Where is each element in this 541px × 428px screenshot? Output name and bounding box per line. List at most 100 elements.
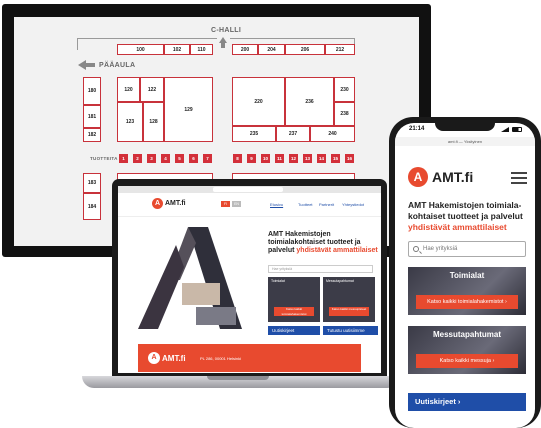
amt-logo-icon: A <box>152 198 163 209</box>
booth[interactable]: 220 <box>232 77 285 126</box>
product-square[interactable]: 2 <box>133 154 142 163</box>
nav-item[interactable]: Partnerit <box>319 202 334 207</box>
site-logo[interactable]: A AMT.fi <box>408 167 473 187</box>
product-square[interactable]: 13 <box>303 154 312 163</box>
search-input[interactable]: Hae yrityksiä <box>408 241 526 257</box>
booth[interactable]: 123 <box>117 102 143 142</box>
newsletter-button[interactable]: Uutiskirjeet › <box>408 393 526 411</box>
hero-headline: AMT Hakemistojen toimialakohtaiset tuott… <box>268 231 378 255</box>
card-button[interactable]: Katso kaikki messuja › <box>416 354 518 368</box>
wall <box>230 38 354 39</box>
product-square[interactable]: 9 <box>247 154 256 163</box>
booth[interactable]: 129 <box>164 77 213 142</box>
booth[interactable]: 184 <box>83 193 101 220</box>
wall <box>77 38 78 50</box>
card-title: Messutapahtumat <box>326 279 354 283</box>
url-bar[interactable]: amt.fi — Yksityinen <box>395 137 535 146</box>
logo-text: AMT.fi <box>165 200 186 207</box>
news-bar[interactable]: Tutustu uutisiimme <box>323 326 378 335</box>
product-square[interactable]: 8 <box>233 154 242 163</box>
product-square[interactable]: 3 <box>147 154 156 163</box>
url-field[interactable] <box>213 187 283 192</box>
lang-fi[interactable]: FI <box>221 201 230 207</box>
site-footer: A AMT.fi PL 286, 00001 Helsinki <box>138 344 361 372</box>
headline-highlight: yhdistävät ammattilaiset <box>296 247 378 254</box>
card-button[interactable]: Katso kaikki toimialahakemistot › <box>416 295 518 309</box>
product-square[interactable]: 5 <box>175 154 184 163</box>
nav-item[interactable]: Yhteystiedot <box>342 202 364 207</box>
product-square[interactable]: 15 <box>331 154 340 163</box>
booth[interactable]: 240 <box>310 126 355 142</box>
amt-logo-icon: A <box>408 167 428 187</box>
hero-art-image <box>138 227 242 329</box>
booth[interactable]: 237 <box>276 126 310 142</box>
booth[interactable]: 238 <box>334 102 355 126</box>
product-square[interactable]: 7 <box>203 154 212 163</box>
main-hall-label: PÄÄAULA <box>99 62 136 69</box>
footer-logo: A AMT.fi <box>148 352 186 364</box>
booth[interactable]: 183 <box>83 173 101 193</box>
hero-headline: AMT Hakemistojen toimiala-kohtaiset tuot… <box>408 200 528 233</box>
hero: AMT Hakemistojen toimialakohtaiset tuott… <box>118 217 381 335</box>
arrow-up-icon <box>221 43 225 48</box>
footer-logo-text: AMT.fi <box>162 353 186 363</box>
products-label: TUOTTEITA <box>90 156 118 161</box>
search-input[interactable]: Hae yrityksiä <box>268 265 373 273</box>
search-placeholder: Hae yrityksiä <box>423 246 458 252</box>
hamburger-menu-icon[interactable] <box>511 172 527 184</box>
card-button[interactable]: Katso kaikki messupisteet <box>329 307 369 316</box>
booth[interactable]: 206 <box>285 44 325 55</box>
card-title: Messutapahtumat <box>432 330 501 339</box>
card-industries[interactable]: Toimialat Katso kaikki toimialahakemisto… <box>408 267 526 315</box>
product-square[interactable]: 4 <box>161 154 170 163</box>
booth[interactable]: 200 <box>232 44 258 55</box>
newsletter-bar[interactable]: Uutiskirjeet <box>268 326 320 335</box>
signal-icon <box>501 127 509 132</box>
phone-notch <box>435 123 495 131</box>
status-time: 21:14 <box>409 126 425 132</box>
booth[interactable]: 204 <box>258 44 285 55</box>
search-icon <box>413 246 419 252</box>
product-square[interactable]: 10 <box>261 154 270 163</box>
showcase: C-HALLI PÄÄAULA 100 102 110 200 204 206 … <box>0 0 541 428</box>
logo-text: AMT.fi <box>432 169 474 185</box>
arrow-left-icon <box>78 60 86 70</box>
wall <box>77 38 217 39</box>
site-logo[interactable]: A AMT.fi <box>152 198 186 209</box>
booth[interactable]: 120 <box>117 77 140 102</box>
laptop-notch <box>207 376 269 380</box>
booth[interactable]: 110 <box>190 44 213 55</box>
booth[interactable]: 236 <box>285 77 334 126</box>
product-square[interactable]: 6 <box>189 154 198 163</box>
product-square[interactable]: 1 <box>119 154 128 163</box>
booth[interactable]: 128 <box>143 102 164 142</box>
card-industries[interactable]: Toimialat Katso kaikki toimialahakemisto… <box>268 277 320 322</box>
booth[interactable]: 235 <box>232 126 276 142</box>
phone: 21:14 amt.fi — Yksityinen A AMT.fi AMT H… <box>389 117 541 428</box>
booth[interactable]: 212 <box>325 44 355 55</box>
lang-en[interactable]: EN <box>232 201 241 207</box>
card-button[interactable]: Katso kaikki toimialahakemistot <box>274 307 314 316</box>
booth[interactable]: 181 <box>83 105 101 128</box>
product-square[interactable]: 16 <box>345 154 354 163</box>
product-square[interactable]: 14 <box>317 154 326 163</box>
battery-icon <box>512 127 522 132</box>
booth[interactable]: 180 <box>83 77 101 105</box>
card-events[interactable]: Messutapahtumat Katso kaikki messuja › <box>408 326 526 374</box>
booth[interactable]: 102 <box>164 44 190 55</box>
nav-item[interactable]: Etusivu <box>270 202 283 207</box>
laptop-screen: A AMT.fi FI EN Etusivu Tuotteet Partneri… <box>118 186 381 373</box>
card-events[interactable]: Messutapahtumat Katso kaikki messupistee… <box>323 277 375 322</box>
product-square[interactable]: 12 <box>289 154 298 163</box>
booth[interactable]: 122 <box>140 77 164 102</box>
booth[interactable]: 100 <box>117 44 164 55</box>
phone-screen: 21:14 amt.fi — Yksityinen A AMT.fi AMT H… <box>395 123 535 428</box>
booth[interactable]: 182 <box>83 128 101 142</box>
product-square[interactable]: 11 <box>275 154 284 163</box>
card-title: Toimialat <box>271 279 285 283</box>
footer-address: PL 286, 00001 Helsinki <box>200 356 241 361</box>
booth[interactable]: 230 <box>334 77 355 102</box>
headline-main: AMT Hakemistojen toimiala-kohtaiset tuot… <box>408 200 523 221</box>
card-title: Toimialat <box>449 271 485 280</box>
nav-item[interactable]: Tuotteet <box>298 202 313 207</box>
